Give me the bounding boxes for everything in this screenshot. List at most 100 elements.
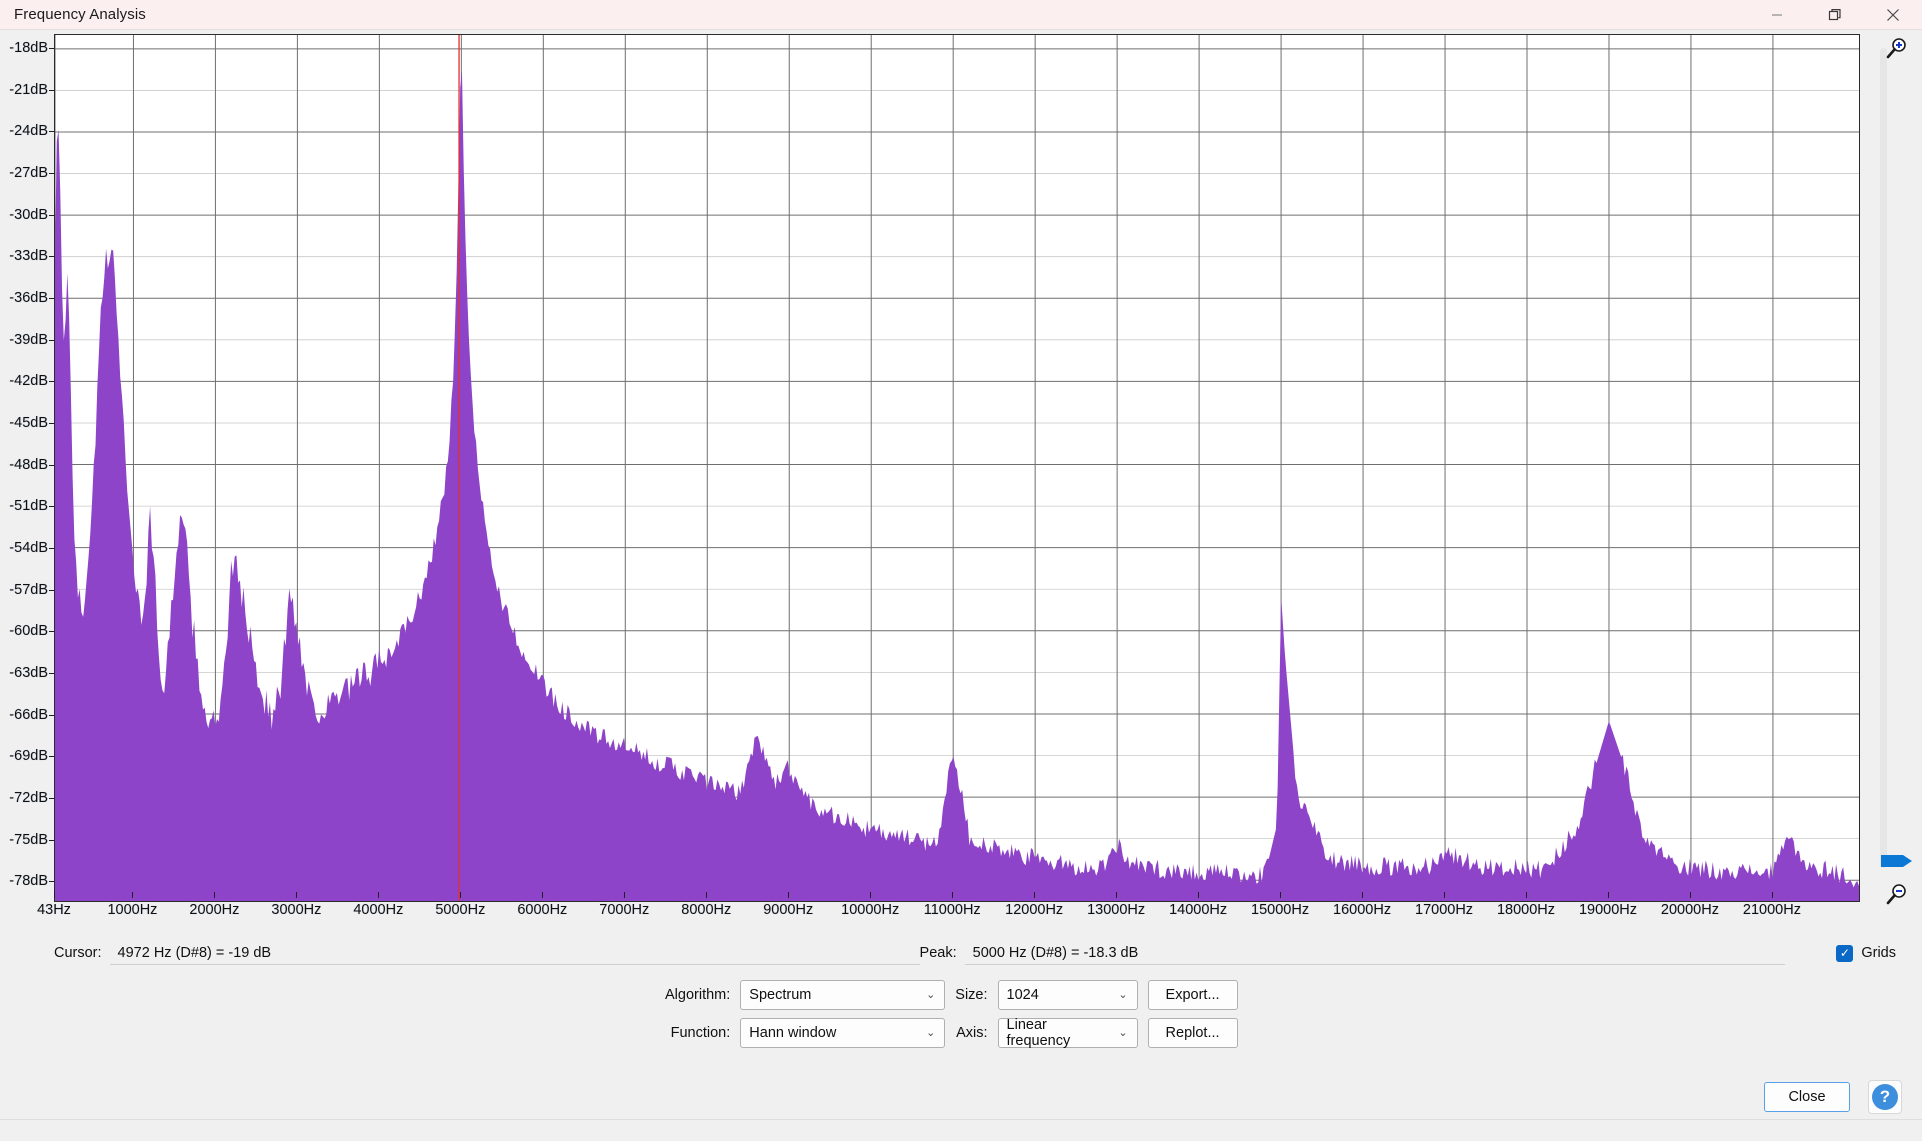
x-axis-tick-label: 18000Hz — [1496, 902, 1556, 918]
x-axis-tick-label: 11000Hz — [923, 902, 981, 918]
function-select[interactable]: Hann window ⌄ — [740, 1018, 946, 1048]
axis-value: Linear frequency — [1006, 1017, 1071, 1049]
algorithm-select[interactable]: Spectrum ⌄ — [740, 980, 946, 1010]
x-axis-tick — [1771, 892, 1773, 898]
plot-tools-column — [1860, 30, 1922, 932]
y-axis-tick-label: -60dB — [9, 623, 48, 640]
y-axis-tick-label: -30dB — [9, 206, 48, 223]
close-button[interactable]: Close — [1764, 1082, 1850, 1112]
window-controls — [1748, 0, 1922, 30]
x-axis-tick — [378, 892, 380, 898]
x-axis-tick-label: 43Hz — [37, 902, 71, 918]
x-axis: 43Hz 1000Hz 2000Hz 3000Hz 4000Hz 5000Hz 6000Hz… — [37, 892, 1860, 924]
size-select[interactable]: 1024 ⌄ — [997, 980, 1138, 1010]
x-axis-tick-label: 2000Hz — [189, 902, 240, 918]
y-axis-tick-label: -66dB — [9, 706, 48, 723]
grids-checkbox[interactable]: ✓ — [1836, 944, 1854, 962]
x-axis-tick — [542, 892, 544, 898]
zoom-out-button[interactable] — [1882, 880, 1912, 910]
x-axis-tick-label: 14000Hz — [1169, 902, 1228, 918]
axis-select[interactable]: Linear frequency ⌄ — [997, 1017, 1138, 1049]
info-row: Cursor: 4972 Hz (D#8) = -19 dB Peak: 500… — [0, 932, 1922, 974]
playback-marker-button[interactable] — [1878, 846, 1916, 876]
y-axis-tick-label: -21dB — [9, 81, 48, 98]
x-axis-tick — [706, 892, 708, 898]
minimize-button[interactable] — [1748, 0, 1806, 30]
title-bar: Frequency Analysis — [0, 0, 1922, 30]
x-axis-tick — [1607, 892, 1609, 898]
x-axis-tick — [1689, 892, 1691, 898]
y-axis: -18dB -21dB -24dB -27dB -30dB -33dB -36dB -39dB… — [0, 30, 54, 932]
size-label: Size: — [955, 987, 988, 1003]
y-axis-tick-label: -48dB — [9, 456, 48, 473]
x-axis-tick — [296, 892, 298, 898]
algorithm-label: Algorithm: — [665, 987, 731, 1003]
x-axis-tick-label: 12000Hz — [1005, 902, 1064, 918]
replot-button[interactable]: Replot... — [1147, 1018, 1238, 1048]
cursor-value: 4972 Hz (D#8) = -19 dB — [109, 941, 920, 965]
help-button[interactable]: ? — [1868, 1080, 1902, 1114]
y-axis-tick-label: -69dB — [9, 748, 48, 765]
function-value: Hann window — [749, 1025, 837, 1041]
chevron-down-icon: ⌄ — [926, 988, 936, 1001]
y-axis-tick-label: -78dB — [9, 873, 48, 890]
x-axis-tick — [54, 892, 55, 898]
x-axis-tick — [1116, 892, 1118, 898]
y-axis-tick-label: -42dB — [9, 373, 48, 390]
x-axis-tick — [1444, 892, 1446, 898]
y-axis-tick-label: -33dB — [9, 248, 48, 265]
zoom-out-icon — [1886, 884, 1906, 905]
x-axis-tick — [1362, 892, 1364, 898]
x-axis-tick — [952, 892, 954, 898]
help-icon: ? — [1872, 1084, 1898, 1110]
algorithm-value: Spectrum — [749, 987, 812, 1003]
function-label: Function: — [670, 1025, 731, 1041]
minimize-icon — [1772, 14, 1782, 16]
grids-checkbox-group[interactable]: ✓ Grids — [1836, 944, 1896, 962]
x-axis-tick-label: 20000Hz — [1660, 902, 1719, 918]
spectrum-svg — [55, 35, 1859, 901]
close-icon — [1887, 9, 1899, 21]
x-axis-tick-label: 10000Hz — [841, 902, 900, 918]
size-value: 1024 — [1006, 987, 1039, 1003]
restore-icon — [1828, 9, 1841, 21]
spectrum-graph[interactable] — [54, 34, 1860, 902]
x-axis-tick-label: 3000Hz — [271, 902, 322, 918]
x-axis-tick-label: 15000Hz — [1251, 902, 1310, 918]
x-axis-tick-label: 16000Hz — [1333, 902, 1392, 918]
zoom-in-button[interactable] — [1882, 34, 1912, 64]
x-axis-tick — [624, 892, 626, 898]
peak-label: Peak: — [919, 945, 957, 961]
restore-button[interactable] — [1806, 0, 1864, 30]
x-axis-tick-label: 13000Hz — [1087, 902, 1146, 918]
x-axis-tick — [870, 892, 872, 898]
controls-panel: Algorithm: Spectrum ⌄ Size: 1024 ⌄ Expor… — [0, 974, 1922, 1064]
y-axis-tick-label: -57dB — [9, 581, 48, 598]
x-axis-tick — [1280, 892, 1282, 898]
x-axis-tick-label: 6000Hz — [517, 902, 568, 918]
chevron-down-icon: ⌄ — [1118, 1026, 1128, 1039]
peak-value: 5000 Hz (D#8) = -18.3 dB — [964, 941, 1785, 965]
y-axis-tick-label: -45dB — [9, 414, 48, 431]
x-axis-tick — [214, 892, 216, 898]
window-title: Frequency Analysis — [14, 6, 146, 23]
zoom-in-icon — [1886, 38, 1906, 59]
close-window-button[interactable] — [1864, 0, 1922, 30]
y-axis-tick-label: -39dB — [9, 331, 48, 348]
x-axis-tick — [1034, 892, 1036, 898]
cursor-label: Cursor: — [54, 945, 102, 961]
axis-label: Axis: — [956, 1025, 988, 1041]
grids-label: Grids — [1861, 945, 1896, 961]
y-axis-tick-label: -54dB — [9, 539, 48, 556]
x-axis-tick — [1198, 892, 1200, 898]
x-axis-tick-label: 19000Hz — [1578, 902, 1637, 918]
y-axis-tick-label: -24dB — [9, 123, 48, 140]
y-axis-tick-label: -75dB — [9, 831, 48, 848]
vertical-zoom-slider[interactable] — [1880, 48, 1887, 868]
y-axis-tick-label: -36dB — [9, 289, 48, 306]
export-button[interactable]: Export... — [1147, 980, 1238, 1010]
controls-grid: Algorithm: Spectrum ⌄ Size: 1024 ⌄ Expor… — [665, 980, 1238, 1049]
x-axis-tick-label: 4000Hz — [353, 902, 404, 918]
spectrum-plot-region: -18dB -21dB -24dB -27dB -30dB -33dB -36dB -39dB… — [0, 30, 1922, 932]
x-axis-tick — [460, 892, 462, 898]
